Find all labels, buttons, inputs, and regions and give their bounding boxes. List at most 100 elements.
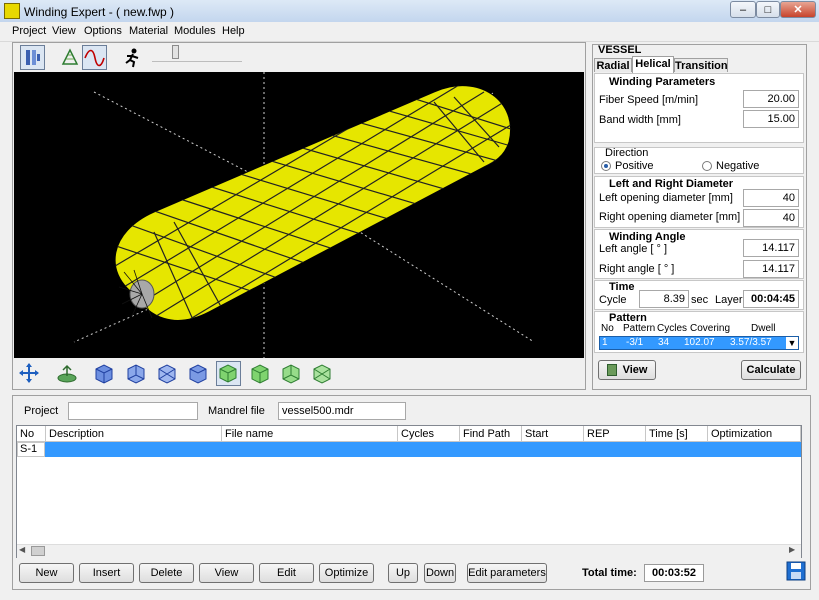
- view-button-label: View: [622, 364, 648, 376]
- menu-help[interactable]: Help: [222, 25, 245, 37]
- minimize-button[interactable]: –: [730, 1, 756, 18]
- iso-view-1-button[interactable]: [216, 361, 241, 386]
- fiber-speed-input[interactable]: 20.00: [743, 90, 799, 108]
- down-button[interactable]: Down: [424, 563, 456, 583]
- pattern-cell-dwell: 3.57/3.57: [730, 337, 772, 348]
- chevron-down-icon[interactable]: ▼: [786, 337, 798, 349]
- band-width-input[interactable]: 15.00: [743, 110, 799, 128]
- right-angle-input[interactable]: 14.117: [743, 260, 799, 278]
- cube-top-button[interactable]: [155, 362, 179, 386]
- wave-icon: [84, 49, 105, 67]
- calculate-button[interactable]: Calculate: [741, 360, 801, 380]
- pan-button[interactable]: [17, 361, 42, 386]
- pattern-col-covering: Covering: [690, 323, 731, 334]
- col-find-path[interactable]: Find Path: [460, 426, 522, 442]
- tab-helical[interactable]: Helical: [632, 56, 674, 73]
- pattern-col-pattern: Pattern: [623, 323, 656, 334]
- view-button[interactable]: View: [598, 360, 656, 380]
- tab-transition[interactable]: Transition: [674, 58, 728, 72]
- cycle-unit: sec: [691, 294, 709, 306]
- scroll-thumb[interactable]: [31, 546, 45, 556]
- positive-label: Positive: [615, 160, 654, 172]
- cube-front-button[interactable]: [92, 362, 116, 386]
- table-row[interactable]: [17, 442, 801, 457]
- book-icon: [606, 364, 617, 377]
- col-description[interactable]: Description: [46, 426, 222, 442]
- negative-radio[interactable]: [702, 161, 712, 171]
- runner-icon: [125, 48, 139, 68]
- cube-icon: [282, 364, 300, 384]
- col-optimization[interactable]: Optimization: [708, 426, 801, 442]
- insert-button[interactable]: Insert: [79, 563, 134, 583]
- delete-button[interactable]: Delete: [139, 563, 194, 583]
- horizontal-scrollbar[interactable]: ◀ ▶: [17, 544, 801, 558]
- pattern-cell-covering: 102.07: [684, 337, 715, 348]
- col-time[interactable]: Time [s]: [646, 426, 708, 442]
- speed-slider-thumb[interactable]: [172, 45, 179, 59]
- app-icon: [4, 3, 20, 19]
- maximize-button[interactable]: □: [756, 1, 780, 18]
- simulate-button[interactable]: [120, 45, 145, 70]
- pattern-cell-cycles: 34: [658, 337, 670, 348]
- col-cycles[interactable]: Cycles: [398, 426, 460, 442]
- menu-material[interactable]: Material: [129, 25, 168, 37]
- angle-section: Winding Angle Left angle [ ° ] 14.117 Ri…: [594, 229, 804, 279]
- project-input[interactable]: [68, 402, 198, 420]
- iso-view-4-button[interactable]: [310, 362, 334, 386]
- edit-parameters-button[interactable]: Edit parameters: [467, 563, 547, 583]
- iso-view-3-button[interactable]: [279, 362, 303, 386]
- cube-side-button[interactable]: [186, 362, 210, 386]
- mandrel-file-input[interactable]: vessel500.mdr: [278, 402, 406, 420]
- layer-label: Layer: [715, 294, 743, 306]
- left-diameter-input[interactable]: 40: [743, 189, 799, 207]
- iso-view-2-button[interactable]: [248, 362, 272, 386]
- view-sequence-button[interactable]: View: [199, 563, 254, 583]
- 3d-viewport[interactable]: [14, 72, 584, 358]
- save-icon: [786, 561, 806, 581]
- wave-view-button[interactable]: [82, 45, 107, 70]
- col-file-name[interactable]: File name: [222, 426, 398, 442]
- winding-parameters-title: Winding Parameters: [609, 76, 716, 88]
- speed-slider[interactable]: [152, 47, 242, 62]
- time-section: Time Cycle 8.39 sec Layer 00:04:45: [594, 280, 804, 310]
- cycle-value: 8.39: [639, 290, 689, 308]
- up-button[interactable]: Up: [388, 563, 418, 583]
- col-start-button[interactable]: Start Button: [522, 426, 584, 456]
- tab-radial[interactable]: Radial: [594, 58, 632, 72]
- project-label: Project: [24, 405, 59, 417]
- menu-modules[interactable]: Modules: [174, 25, 216, 37]
- col-rep[interactable]: REP: [584, 426, 646, 442]
- title-bar: Winding Expert - ( new.fwp ) – □ ✕: [0, 0, 819, 23]
- layers-icon: [26, 50, 40, 65]
- right-diameter-input[interactable]: 40: [743, 209, 799, 227]
- edit-button[interactable]: Edit: [259, 563, 314, 583]
- left-angle-input[interactable]: 14.117: [743, 239, 799, 257]
- pattern-select[interactable]: 1 -3/1 34 102.07 3.57/3.57 ▼: [599, 336, 799, 350]
- row-no-cell[interactable]: S-1: [17, 442, 45, 457]
- scroll-left-icon[interactable]: ◀: [19, 545, 25, 554]
- right-angle-label: Right angle [ ° ]: [599, 263, 675, 275]
- pattern-cell-pattern: -3/1: [626, 337, 644, 348]
- menu-view[interactable]: View: [52, 25, 76, 37]
- sequence-table[interactable]: No Description File name Cycles Find Pat…: [16, 425, 802, 558]
- save-button[interactable]: [786, 561, 806, 581]
- layers-view-button[interactable]: [20, 45, 45, 70]
- menu-options[interactable]: Options: [84, 25, 122, 37]
- new-button[interactable]: New: [19, 563, 74, 583]
- positive-radio[interactable]: [601, 161, 611, 171]
- close-button[interactable]: ✕: [780, 1, 816, 18]
- total-time-value: 00:03:52: [644, 564, 704, 582]
- menu-project[interactable]: Project: [12, 25, 46, 37]
- floor-view-button[interactable]: [55, 361, 80, 386]
- pattern-col-dwell: Dwell: [751, 323, 776, 334]
- mesh-icon: [61, 48, 79, 65]
- vessel-title: VESSEL: [598, 44, 642, 56]
- left-angle-label: Left angle [ ° ]: [599, 243, 667, 255]
- optimize-button[interactable]: Optimize: [319, 563, 374, 583]
- cube-icon: [189, 364, 207, 384]
- left-diameter-label: Left opening diameter [mm]: [599, 192, 733, 204]
- mesh-view-button[interactable]: [58, 45, 83, 70]
- cube-back-button[interactable]: [124, 362, 148, 386]
- col-no[interactable]: No: [17, 426, 46, 442]
- scroll-right-icon[interactable]: ▶: [789, 545, 795, 554]
